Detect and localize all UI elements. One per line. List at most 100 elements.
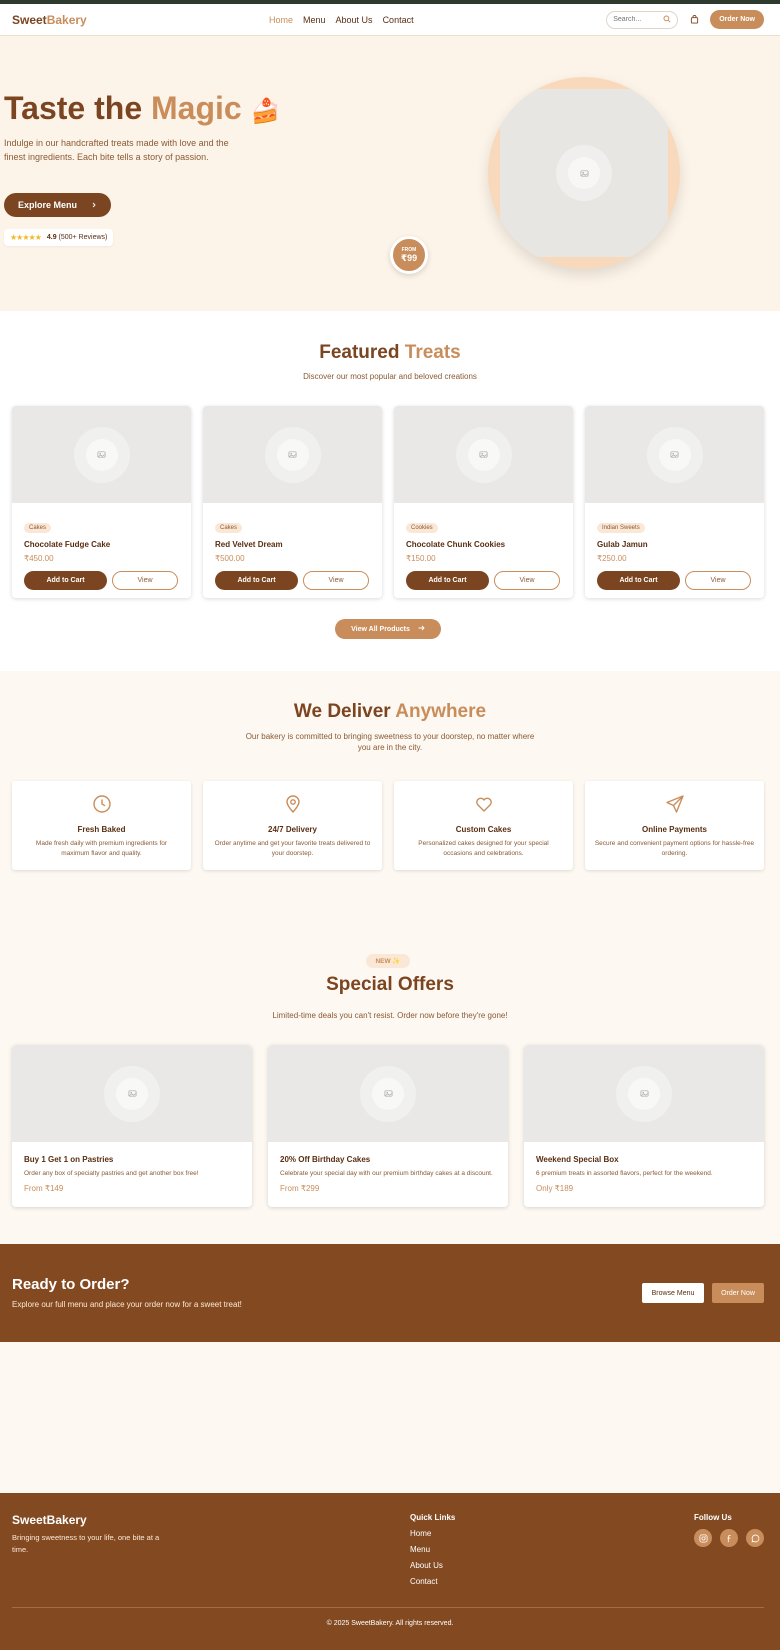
- product-category-badge: Indian Sweets: [597, 523, 645, 533]
- add-to-cart-button[interactable]: Add to Cart: [406, 571, 489, 590]
- feature-title: Custom Cakes: [455, 825, 512, 834]
- new-badge: NEW ✨: [366, 954, 410, 968]
- offers-subtitle: Limited-time deals you can't resist. Ord…: [272, 1011, 508, 1020]
- offer-title: Weekend Special Box: [536, 1155, 619, 1164]
- product-grid: Cakes Chocolate Fudge Cake ₹450.00 Add t…: [12, 406, 764, 598]
- product-image: [203, 406, 382, 503]
- cta-title: Ready to Order?: [12, 1276, 130, 1293]
- footer-logo[interactable]: SweetBakery: [12, 1513, 87, 1527]
- view-product-button[interactable]: View: [303, 571, 369, 590]
- offers-grid: Buy 1 Get 1 on Pastries Order any box of…: [12, 1045, 764, 1207]
- hero-title-accent: Magic: [151, 90, 242, 126]
- view-product-button[interactable]: View: [685, 571, 751, 590]
- hero-title-text: Taste the: [4, 90, 151, 126]
- hero-description: Indulge in our handcrafted treats made w…: [4, 138, 229, 162]
- logo-text-primary: Sweet: [12, 12, 47, 27]
- chevron-right-icon: [91, 200, 97, 210]
- feature-title: Online Payments: [642, 825, 707, 834]
- price-from-badge: FROM ₹99: [390, 236, 428, 274]
- site-footer: SweetBakery Bringing sweetness to your l…: [0, 1493, 780, 1650]
- add-to-cart-button[interactable]: Add to Cart: [24, 571, 107, 590]
- product-name: Chocolate Fudge Cake: [24, 540, 111, 549]
- view-all-products-button[interactable]: View All Products: [335, 619, 441, 639]
- shopping-bag-icon[interactable]: [686, 12, 702, 28]
- product-image: [12, 406, 191, 503]
- product-card[interactable]: Cookies Chocolate Chunk Cookies ₹150.00 …: [394, 406, 573, 598]
- feature-title: Fresh Baked: [77, 825, 126, 834]
- rating-badge: ★★★★★ 4.9 (500+ Reviews): [4, 229, 114, 246]
- page-spacer: [0, 1342, 780, 1493]
- cta-subtitle: Explore our full menu and place your ord…: [12, 1300, 242, 1309]
- facebook-icon[interactable]: [720, 1529, 738, 1547]
- view-product-button[interactable]: View: [494, 571, 560, 590]
- product-price: ₹450.00: [24, 554, 54, 563]
- product-name: Red Velvet Dream: [215, 540, 283, 549]
- price-from-label: FROM: [401, 246, 417, 253]
- image-placeholder-icon: [73, 426, 130, 483]
- rating-count: (500+ Reviews): [58, 234, 108, 241]
- send-icon: [664, 793, 686, 815]
- offer-card[interactable]: Buy 1 Get 1 on Pastries Order any box of…: [12, 1045, 252, 1207]
- feature-description: Order anytime and get your favorite trea…: [214, 840, 371, 857]
- feature-card: Custom Cakes Personalized cakes designed…: [394, 781, 573, 870]
- footer-link-about-us[interactable]: About Us: [410, 1561, 455, 1570]
- image-placeholder-icon: [616, 1065, 672, 1122]
- quick-links-heading: Quick Links: [410, 1513, 456, 1522]
- chat-icon[interactable]: [746, 1529, 764, 1547]
- hero-section: Taste the Magic 🍰 Indulge in our handcra…: [0, 36, 780, 311]
- feature-description: Made fresh daily with premium ingredient…: [35, 840, 168, 857]
- search-box[interactable]: [606, 10, 679, 29]
- feature-card: Online Payments Secure and convenient pa…: [585, 781, 764, 870]
- view-product-button[interactable]: View: [112, 571, 178, 590]
- explore-menu-button[interactable]: Explore Menu: [4, 193, 111, 217]
- search-icon[interactable]: [663, 14, 671, 25]
- delivery-subtitle: Our bakery is committed to bringing swee…: [245, 732, 535, 752]
- featured-title-text: Featured: [319, 342, 405, 363]
- nav-item-about-us[interactable]: About Us: [336, 15, 373, 25]
- footer-link-contact[interactable]: Contact: [410, 1577, 455, 1586]
- feature-card: 24/7 Delivery Order anytime and get your…: [203, 781, 382, 870]
- image-placeholder-icon: [556, 145, 612, 201]
- map-pin-icon: [282, 793, 304, 815]
- image-placeholder-icon: [104, 1065, 160, 1122]
- offer-card[interactable]: 20% Off Birthday Cakes Celebrate your sp…: [268, 1045, 508, 1207]
- follow-heading: Follow Us: [694, 1513, 732, 1522]
- cta-order-now-button[interactable]: Order Now: [712, 1283, 764, 1303]
- add-to-cart-button[interactable]: Add to Cart: [597, 571, 680, 590]
- product-card[interactable]: Cakes Chocolate Fudge Cake ₹450.00 Add t…: [12, 406, 191, 598]
- product-category-badge: Cakes: [215, 523, 243, 533]
- offer-title: 20% Off Birthday Cakes: [280, 1155, 371, 1164]
- order-now-button[interactable]: Order Now: [710, 10, 764, 29]
- arrow-right-icon: [418, 625, 425, 633]
- footer-link-menu[interactable]: Menu: [410, 1545, 455, 1554]
- offer-image: [268, 1045, 508, 1142]
- offer-card[interactable]: Weekend Special Box 6 premium treats in …: [524, 1045, 764, 1207]
- heart-icon: [473, 793, 495, 815]
- footer-follow: Follow Us: [694, 1513, 764, 1547]
- nav-item-home[interactable]: Home: [269, 15, 293, 25]
- star-rating-icon: ★★★★★: [10, 233, 42, 242]
- product-name: Gulab Jamun: [597, 540, 648, 549]
- product-price: ₹150.00: [406, 554, 436, 563]
- product-card[interactable]: Cakes Red Velvet Dream ₹500.00 Add to Ca…: [203, 406, 382, 598]
- offer-description: Order any box of specialty pastries and …: [24, 1170, 199, 1177]
- logo[interactable]: SweetBakery: [12, 13, 87, 27]
- product-card[interactable]: Indian Sweets Gulab Jamun ₹250.00 Add to…: [585, 406, 764, 598]
- browse-menu-button[interactable]: Browse Menu: [642, 1283, 704, 1303]
- image-placeholder-icon: [360, 1065, 416, 1122]
- footer-link-home[interactable]: Home: [410, 1529, 455, 1538]
- nav-item-contact[interactable]: Contact: [383, 15, 414, 25]
- site-header: SweetBakery Home Menu About Us Contact O…: [0, 4, 780, 36]
- add-to-cart-button[interactable]: Add to Cart: [215, 571, 298, 590]
- product-category-badge: Cookies: [406, 523, 438, 533]
- delivery-title-text: We Deliver: [293, 701, 396, 722]
- delivery-title-accent: Anywhere: [395, 701, 487, 722]
- cta-banner: Ready to Order? Explore our full menu an…: [0, 1244, 780, 1342]
- cake-emoji-icon: 🍰: [250, 98, 281, 125]
- offer-price: Only ₹189: [536, 1184, 574, 1193]
- nav-item-menu[interactable]: Menu: [303, 15, 326, 25]
- instagram-icon[interactable]: [694, 1529, 712, 1547]
- search-input[interactable]: [613, 16, 662, 23]
- product-name: Chocolate Chunk Cookies: [406, 540, 506, 549]
- main-nav: Home Menu About Us Contact: [269, 4, 414, 36]
